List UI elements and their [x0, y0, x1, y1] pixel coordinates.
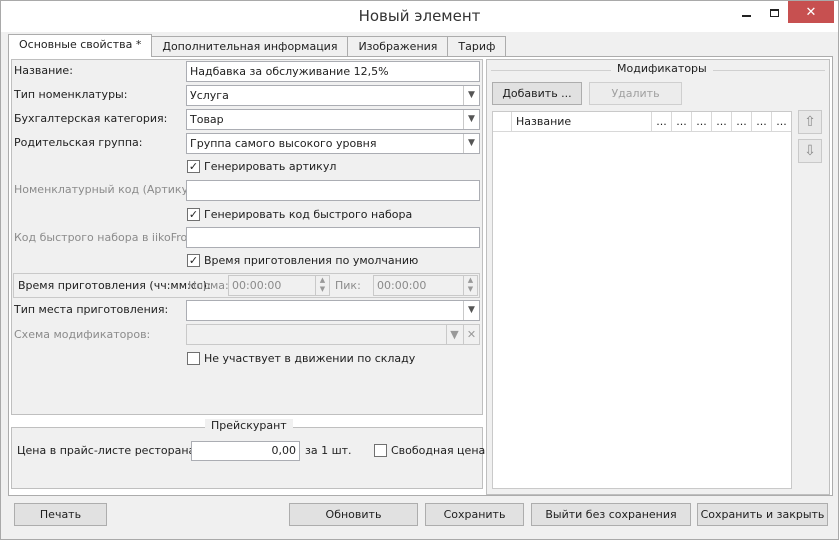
column-header-extra[interactable]: ... — [651, 112, 671, 132]
close-button[interactable]: ✕ — [788, 1, 834, 23]
accounting-category-select[interactable]: Товар ▼ — [186, 109, 480, 130]
column-header-select[interactable] — [493, 112, 511, 132]
arrow-up-icon: ⇧ — [804, 114, 816, 130]
no-stock-checkbox[interactable] — [187, 352, 200, 365]
spin-up-icon[interactable]: ▲ — [468, 276, 473, 284]
tab-images[interactable]: Изображения — [347, 36, 449, 56]
norm-time-input[interactable]: 00:00:00 ▲ ▼ — [228, 275, 330, 296]
name-field[interactable]: Надбавка за обслуживание 12,5% — [186, 61, 480, 82]
window-title: Новый элемент — [358, 7, 481, 25]
column-header-extra[interactable]: ... — [731, 112, 751, 132]
parent-group-select[interactable]: Группа самого высокого уровня ▼ — [186, 133, 480, 154]
default-cooktime-label: Время приготовления по умолчанию — [204, 254, 419, 267]
restaurant-price-label: Цена в прайс-листе ресторана: — [17, 444, 199, 457]
restaurant-price-input[interactable]: 0,00 — [191, 441, 300, 461]
title-bar: Новый элемент ✕ — [1, 1, 838, 32]
chevron-down-icon[interactable]: ▼ — [463, 86, 479, 105]
no-stock-label: Не участвует в движении по складу — [204, 352, 416, 365]
spinner-icon[interactable]: ▲ ▼ — [315, 276, 329, 295]
spin-down-icon[interactable]: ▼ — [320, 285, 325, 293]
accounting-category-label: Бухгалтерская категория: — [14, 112, 168, 125]
nomenclature-type-select[interactable]: Услуга ▼ — [186, 85, 480, 106]
chevron-down-icon[interactable]: ▼ — [463, 134, 479, 153]
tab-bar: Основные свойства * Дополнительная инфор… — [8, 34, 507, 57]
maximize-icon — [769, 9, 779, 17]
cooktime-label: Время приготовления (чч:мм:сс): — [18, 279, 211, 292]
quickcode-label: Код быстрого набора в iikoFront: — [14, 231, 203, 244]
add-modifier-button[interactable]: Добавить ... — [492, 82, 582, 105]
place-type-label: Тип места приготовления: — [14, 303, 169, 316]
generate-article-checkbox[interactable]: ✓ — [187, 160, 200, 173]
save-button[interactable]: Сохранить — [425, 503, 524, 526]
tab-main-properties[interactable]: Основные свойства * — [8, 34, 153, 57]
tab-additional-info[interactable]: Дополнительная информация — [151, 36, 349, 56]
column-header-extra[interactable]: ... — [671, 112, 691, 132]
modifiers-table-header: Название ... ... ... ... ... ... ... — [493, 112, 791, 132]
clear-icon[interactable]: ✕ — [463, 325, 479, 344]
spin-down-icon[interactable]: ▼ — [468, 285, 473, 293]
default-cooktime-checkbox[interactable]: ✓ — [187, 254, 200, 267]
modifiers-table[interactable]: Название ... ... ... ... ... ... ... — [492, 111, 792, 489]
column-header-extra[interactable]: ... — [751, 112, 771, 132]
article-code-label: Номенклатурный код (Артикул): — [14, 183, 204, 196]
arrow-down-icon: ⇩ — [804, 143, 816, 159]
main-window: Новый элемент ✕ Основные свойства * Допо… — [0, 0, 839, 540]
peak-time-input[interactable]: 00:00:00 ▲ ▼ — [373, 275, 478, 296]
column-header-name[interactable]: Название — [511, 112, 651, 132]
minimize-icon — [741, 15, 751, 17]
chevron-down-icon[interactable]: ▼ — [463, 301, 479, 320]
norm-label: Норма: — [188, 279, 229, 292]
norm-time-value: 00:00:00 — [232, 279, 282, 292]
column-header-extra[interactable]: ... — [691, 112, 711, 132]
peak-label: Пик: — [335, 279, 361, 292]
move-down-button[interactable]: ⇩ — [798, 139, 822, 163]
column-header-extra[interactable]: ... — [711, 112, 731, 132]
free-price-label: Свободная цена — [391, 444, 486, 457]
exit-without-saving-button[interactable]: Выйти без сохранения — [531, 503, 691, 526]
refresh-button[interactable]: Обновить — [289, 503, 418, 526]
save-and-close-button[interactable]: Сохранить и закрыть — [697, 503, 828, 526]
accounting-category-value: Товар — [190, 113, 224, 126]
tab-tariff[interactable]: Тариф — [447, 36, 507, 56]
nomenclature-type-label: Тип номенклатуры: — [14, 88, 128, 101]
place-type-select[interactable]: ▼ — [186, 300, 480, 321]
price-list-title: Прейскурант — [205, 419, 293, 432]
chevron-down-icon[interactable]: ▼ — [446, 325, 462, 344]
chevron-down-icon[interactable]: ▼ — [463, 110, 479, 129]
generate-quickcode-label: Генерировать код быстрого набора — [204, 208, 413, 221]
name-label: Название: — [14, 64, 73, 77]
parent-group-label: Родительская группа: — [14, 136, 143, 149]
maximize-button[interactable] — [763, 1, 785, 25]
column-header-extra[interactable]: ... — [771, 112, 791, 132]
modifier-scheme-label: Схема модификаторов: — [14, 328, 151, 341]
modifiers-title: Модификаторы — [611, 62, 713, 75]
close-icon: ✕ — [805, 4, 817, 20]
article-code-input[interactable] — [186, 180, 480, 201]
peak-time-value: 00:00:00 — [377, 279, 427, 292]
minimize-button[interactable] — [735, 1, 757, 25]
spinner-icon[interactable]: ▲ ▼ — [463, 276, 477, 295]
move-up-button[interactable]: ⇧ — [798, 110, 822, 134]
parent-group-value: Группа самого высокого уровня — [190, 137, 377, 150]
nomenclature-type-value: Услуга — [190, 89, 229, 102]
generate-quickcode-checkbox[interactable]: ✓ — [187, 208, 200, 221]
generate-article-label: Генерировать артикул — [204, 160, 337, 173]
quickcode-input[interactable] — [186, 227, 480, 248]
spin-up-icon[interactable]: ▲ — [320, 276, 325, 284]
modifier-scheme-select[interactable]: ▼ ✕ — [186, 324, 480, 345]
free-price-checkbox[interactable] — [374, 444, 387, 457]
print-button[interactable]: Печать — [14, 503, 107, 526]
delete-modifier-button[interactable]: Удалить — [589, 82, 682, 105]
per-unit-label: за 1 шт. — [305, 444, 352, 457]
